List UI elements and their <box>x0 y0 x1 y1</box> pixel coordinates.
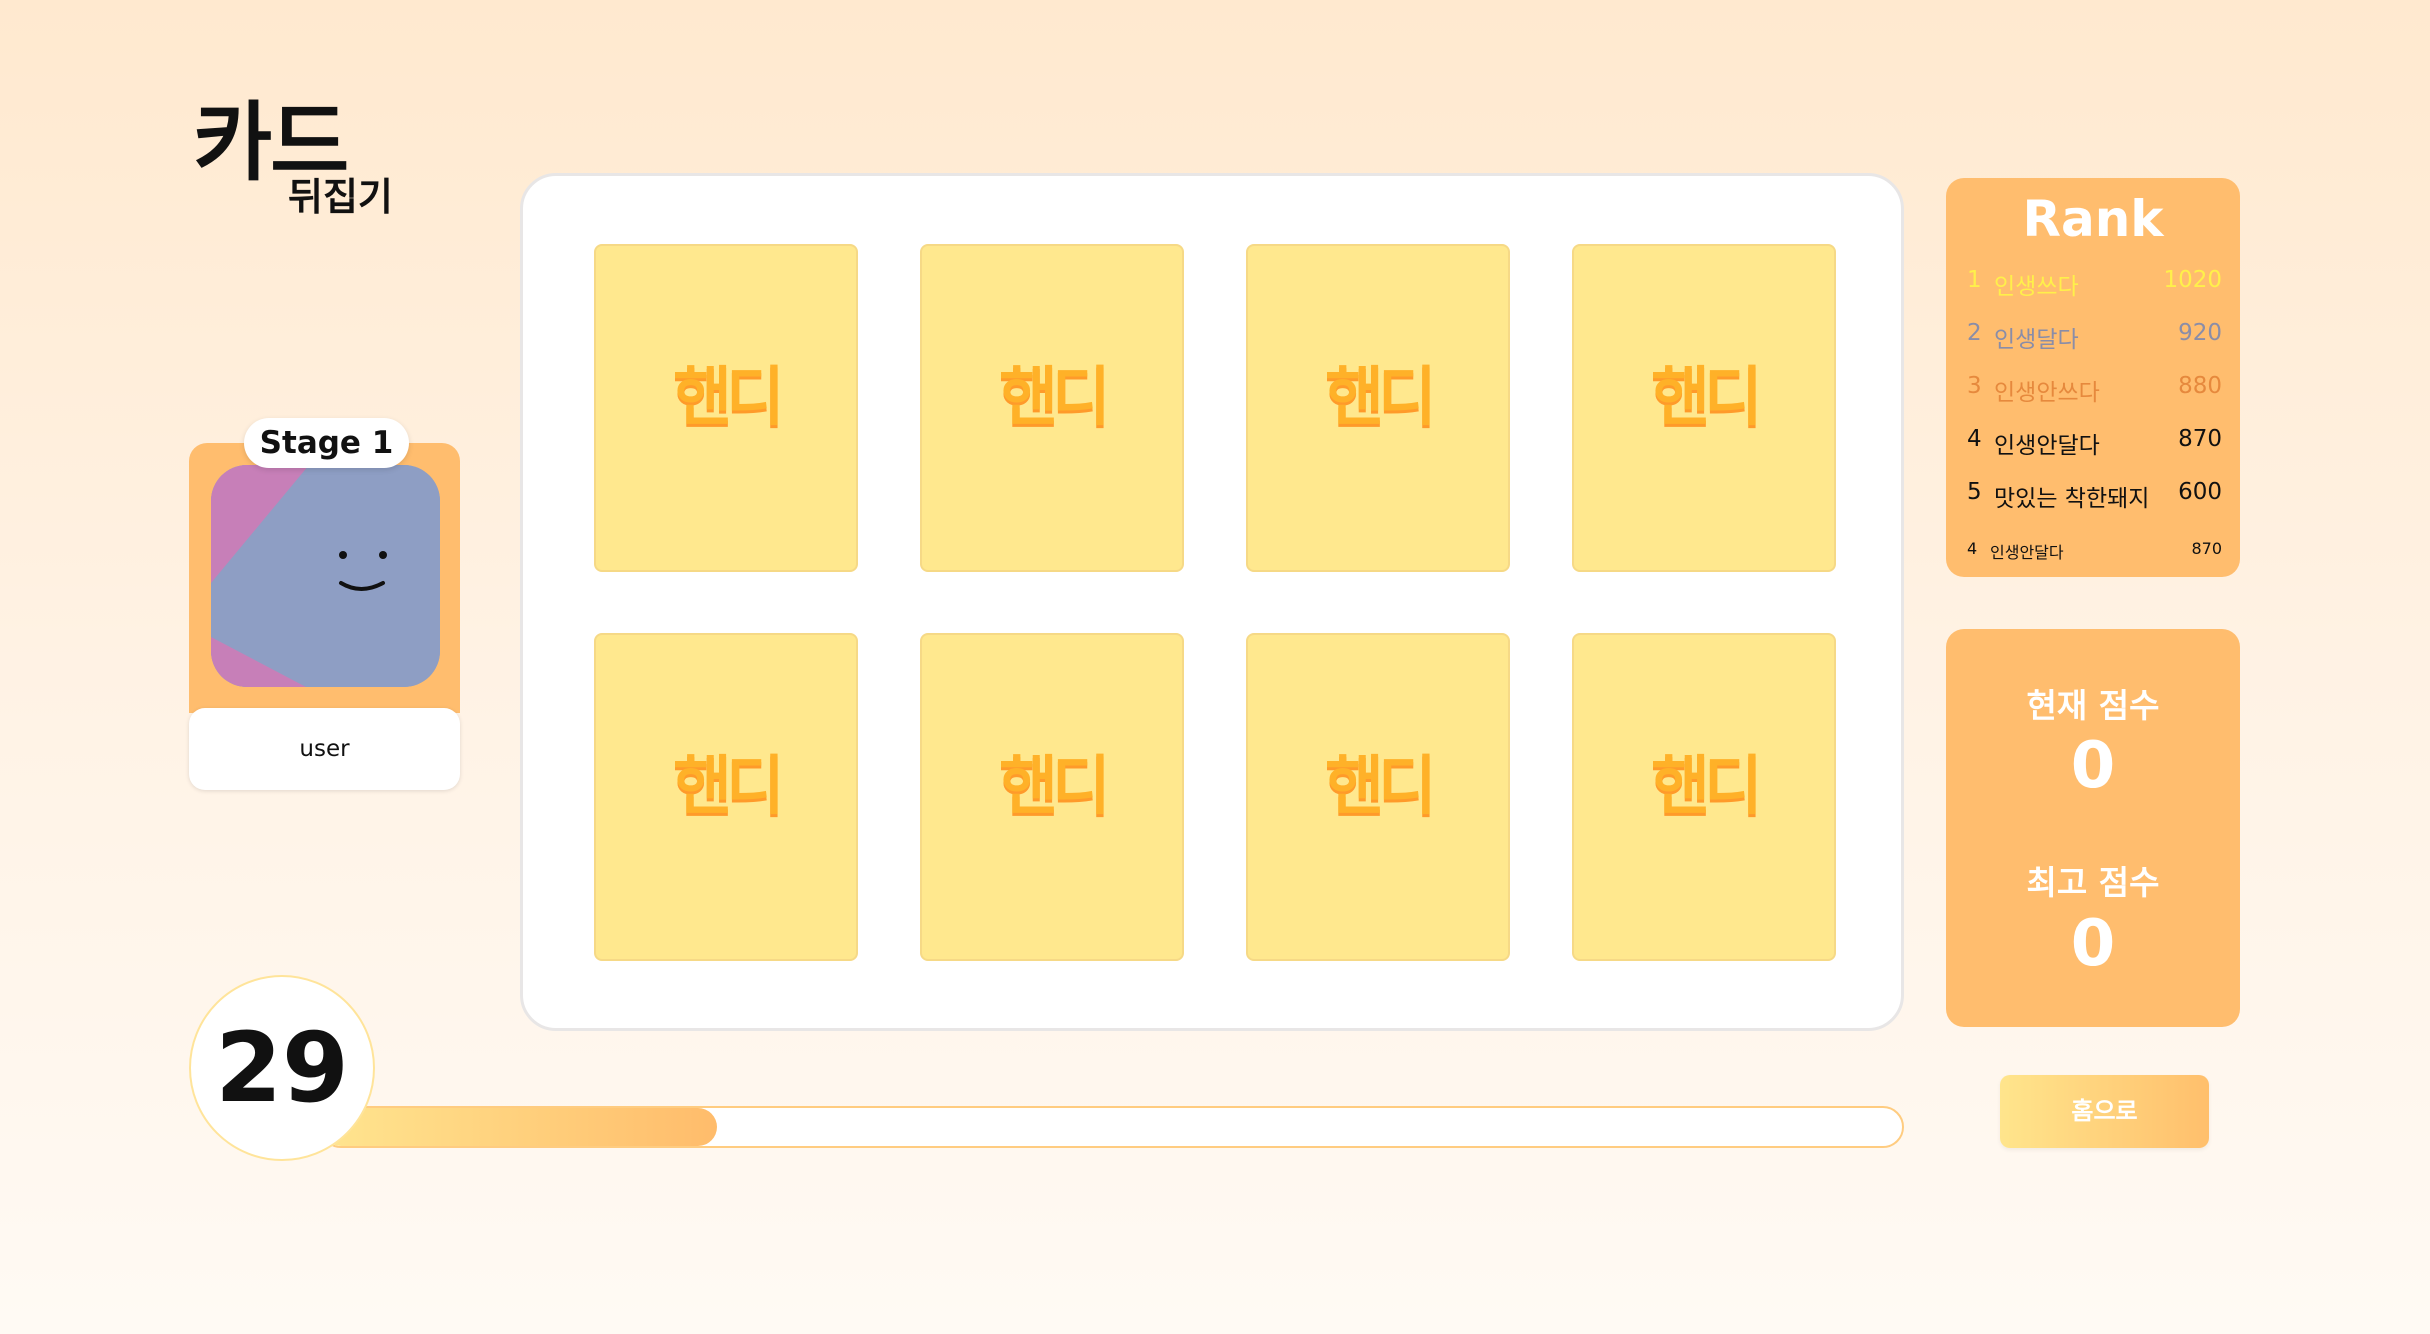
rank-number: 5 <box>1967 479 1982 505</box>
rank-number: 4 <box>1967 426 1982 452</box>
rank-name: 인생안달다 <box>1994 433 2100 459</box>
rank-number: 2 <box>1967 320 1982 346</box>
card[interactable]: 핸디 <box>594 244 858 572</box>
score-panel: 현재 점수 0 최고 점수 0 <box>1946 629 2240 1027</box>
timer-progress-bar <box>320 1106 1904 1148</box>
best-score-label: 최고 점수 <box>2026 863 2160 902</box>
current-score-label: 현재 점수 <box>2026 686 2160 725</box>
username-label: user <box>189 708 460 790</box>
rank-name: 맛있는 착한돼지 <box>1994 486 2150 512</box>
card-label: 핸디 <box>1325 361 1437 435</box>
rank-name: 인생쓰다 <box>1994 274 2079 300</box>
rank-score: 870 <box>2191 539 2222 558</box>
card[interactable]: 핸디 <box>920 633 1184 961</box>
player-profile-card: Stage 1 user <box>189 418 460 790</box>
card[interactable]: 핸디 <box>1572 244 1836 572</box>
rank-score: 920 <box>2178 320 2222 346</box>
game-subtitle: 뒤집기 <box>288 175 393 219</box>
card-label: 핸디 <box>673 361 785 435</box>
best-score-value: 0 <box>2070 907 2116 981</box>
rank-name: 인생안쓰다 <box>1994 380 2100 406</box>
rank-number: 4 <box>1967 539 1978 558</box>
rank-name: 인생달다 <box>1994 327 2079 353</box>
card-label: 핸디 <box>1651 750 1763 824</box>
current-score-value: 0 <box>2070 729 2116 803</box>
rank-panel: Rank 1 인생쓰다 1020 2 인생달다 920 3 인생안쓰다 880 … <box>1946 178 2240 577</box>
rank-score: 600 <box>2178 479 2222 505</box>
rank-name: 인생안달다 <box>1990 543 2064 562</box>
card-board: 핸디 핸디 핸디 핸디 핸디 핸디 핸디 핸디 <box>520 173 1904 1031</box>
rank-number: 3 <box>1967 373 1982 399</box>
card[interactable]: 핸디 <box>594 633 858 961</box>
smiley-avatar-icon <box>211 465 440 687</box>
rank-number: 1 <box>1967 267 1982 293</box>
profile-background <box>189 443 460 713</box>
rank-score: 880 <box>2178 373 2222 399</box>
timer-display: 29 <box>189 975 375 1161</box>
card[interactable]: 핸디 <box>1246 633 1510 961</box>
rank-title: Rank <box>2022 190 2164 248</box>
home-button[interactable]: 홈으로 <box>2000 1075 2209 1148</box>
card[interactable]: 핸디 <box>1572 633 1836 961</box>
card-label: 핸디 <box>1651 361 1763 435</box>
card-label: 핸디 <box>999 750 1111 824</box>
card[interactable]: 핸디 <box>1246 244 1510 572</box>
game-title: 카드 <box>193 93 349 193</box>
rank-score: 1020 <box>2163 267 2222 293</box>
card-label: 핸디 <box>673 750 785 824</box>
card[interactable]: 핸디 <box>920 244 1184 572</box>
stage-badge: Stage 1 <box>244 418 409 468</box>
avatar <box>211 465 440 687</box>
rank-score: 870 <box>2178 426 2222 452</box>
card-label: 핸디 <box>1325 750 1437 824</box>
card-label: 핸디 <box>999 361 1111 435</box>
timer-progress-fill <box>322 1108 717 1146</box>
